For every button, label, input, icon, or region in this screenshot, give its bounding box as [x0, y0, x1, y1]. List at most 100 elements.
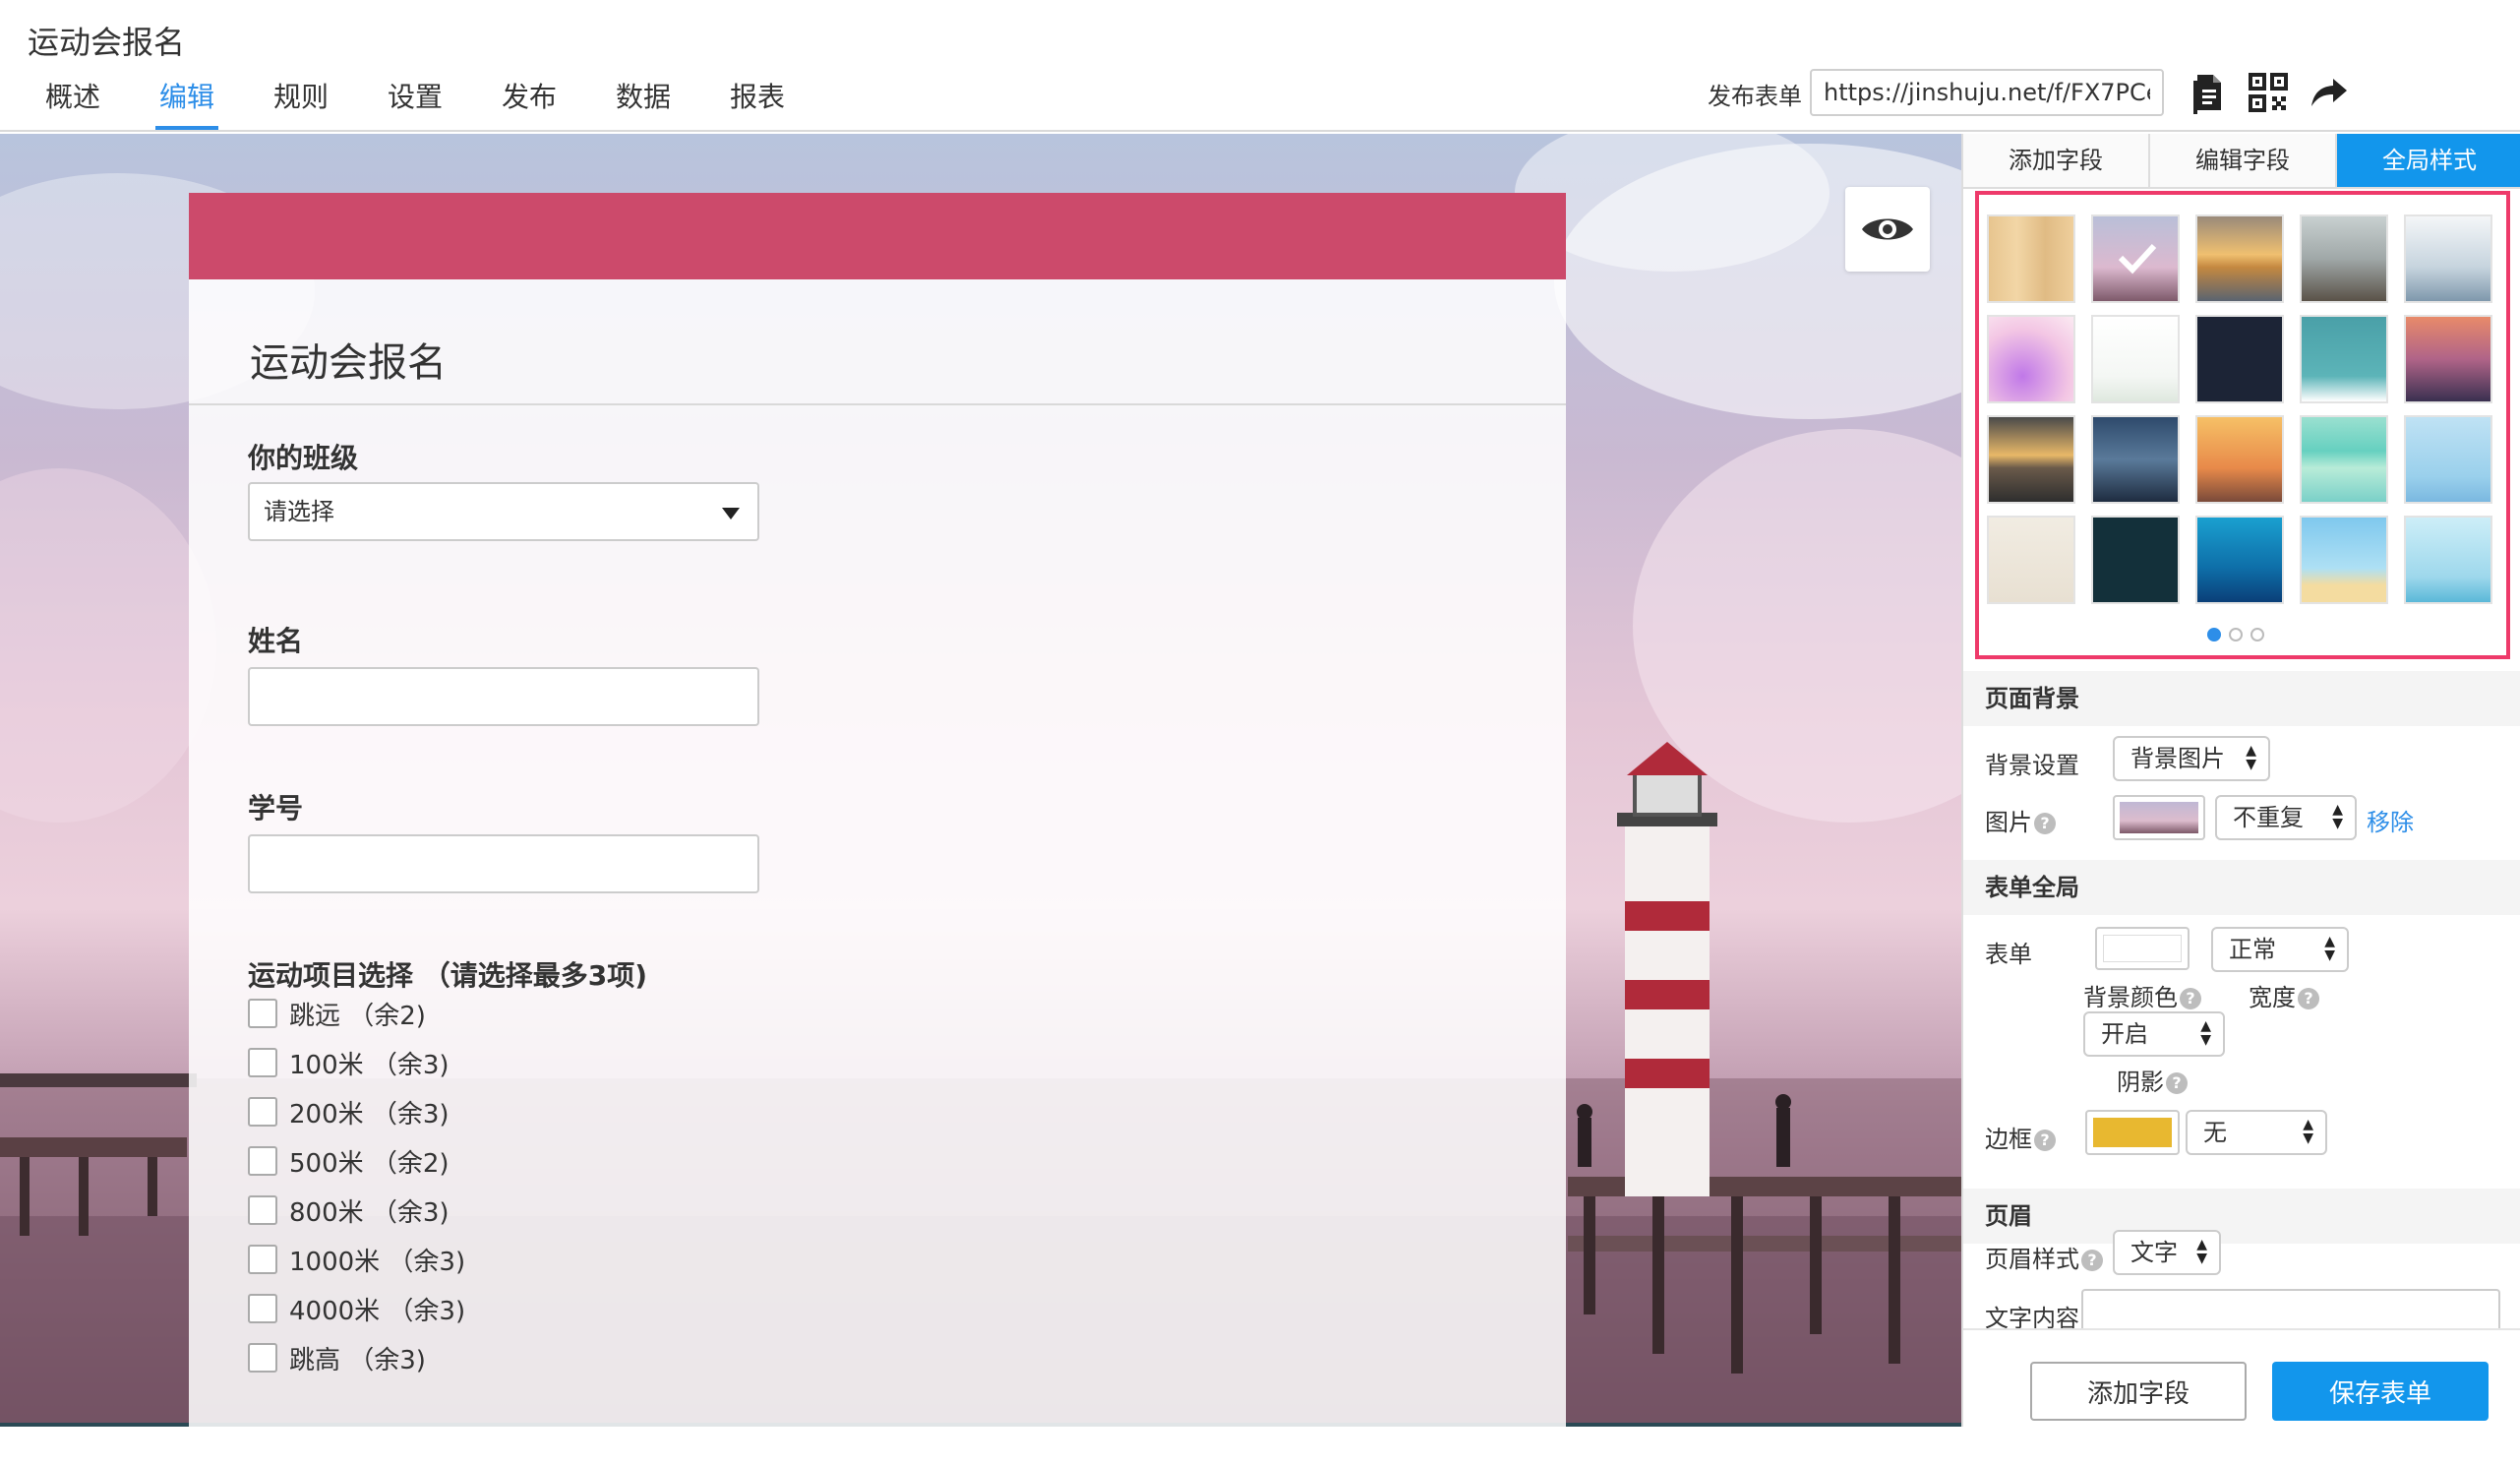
- pagination-dot[interactable]: [2250, 628, 2264, 641]
- theme-thumbnail[interactable]: [1987, 415, 2075, 504]
- student-id-input[interactable]: [248, 834, 759, 893]
- preview-eye-button[interactable]: [1845, 187, 1930, 272]
- theme-thumbnail[interactable]: [2300, 214, 2388, 303]
- theme-thumbnail-selected[interactable]: [2091, 214, 2180, 303]
- shadow-caption: 阴影: [2117, 1069, 2164, 1096]
- theme-thumbnail[interactable]: [2300, 415, 2388, 504]
- theme-thumbnail[interactable]: [2300, 315, 2388, 403]
- checkbox[interactable]: [248, 1245, 277, 1274]
- pagination-dot[interactable]: [2229, 628, 2243, 641]
- theme-thumbnail[interactable]: [2300, 516, 2388, 604]
- header-style-select[interactable]: 文字 ▲ ▼: [2113, 1230, 2221, 1275]
- help-icon[interactable]: ?: [2034, 813, 2056, 834]
- qrcode-icon[interactable]: [2247, 71, 2290, 114]
- form-global-heading: 表单全局: [1963, 860, 2520, 915]
- name-input[interactable]: [248, 667, 759, 726]
- help-icon[interactable]: ?: [2034, 1130, 2056, 1151]
- repeat-select[interactable]: 不重复 ▲ ▼: [2215, 795, 2357, 840]
- tab-add-field[interactable]: 添加字段: [1963, 134, 2150, 187]
- form-bg-color-swatch[interactable]: [2095, 927, 2190, 970]
- checkbox[interactable]: [248, 1195, 277, 1225]
- width-caption: 宽度: [2249, 984, 2296, 1011]
- tab-data[interactable]: 数据: [586, 75, 700, 132]
- help-icon[interactable]: ?: [2298, 988, 2319, 1009]
- eye-icon: [1862, 218, 1913, 240]
- bg-image-preview[interactable]: [2113, 795, 2205, 840]
- width-caption-wrap: 宽度?: [2249, 978, 2319, 1012]
- help-icon[interactable]: ?: [2081, 1250, 2103, 1271]
- event-option[interactable]: 1000米 （余3): [248, 1242, 465, 1277]
- event-option[interactable]: 500米 （余2): [248, 1143, 450, 1179]
- event-option-label: 跳远 （余2): [289, 1001, 426, 1031]
- theme-thumbnail[interactable]: [2404, 415, 2492, 504]
- tab-settings[interactable]: 设置: [358, 75, 472, 132]
- tab-global-style[interactable]: 全局样式: [2337, 134, 2520, 187]
- header-section-heading: 页眉: [1963, 1189, 2520, 1244]
- checkbox[interactable]: [248, 1097, 277, 1127]
- tab-overview[interactable]: 概述: [16, 75, 130, 132]
- theme-gallery: [1975, 191, 2510, 659]
- theme-thumbnail[interactable]: [2404, 315, 2492, 403]
- bg-setting-select[interactable]: 背景图片 ▲ ▼: [2113, 736, 2270, 781]
- shadow-value: 开启: [2101, 1020, 2148, 1048]
- checkbox[interactable]: [248, 1294, 277, 1323]
- panel-footer: 添加字段 保存表单: [1963, 1328, 2520, 1427]
- shadow-select[interactable]: 开启 ▲ ▼: [2083, 1011, 2225, 1057]
- pagination-dot[interactable]: [2207, 628, 2221, 641]
- help-icon[interactable]: ?: [2180, 988, 2201, 1009]
- tab-publish[interactable]: 发布: [472, 75, 586, 132]
- event-option[interactable]: 100米 （余3): [248, 1045, 450, 1080]
- bg-image-thumb: [2120, 802, 2198, 833]
- student-id-field-label: 学号: [248, 792, 304, 825]
- theme-thumbnail[interactable]: [2195, 315, 2284, 403]
- add-field-button[interactable]: 添加字段: [2030, 1362, 2247, 1421]
- updown-icon: ▲ ▼: [2200, 1018, 2211, 1048]
- tab-edit[interactable]: 编辑: [130, 75, 244, 132]
- shadow-caption-wrap: 阴影?: [2117, 1063, 2188, 1097]
- class-select[interactable]: 请选择: [248, 482, 759, 541]
- event-option[interactable]: 4000米 （余3): [248, 1291, 465, 1326]
- form-width-select[interactable]: 正常 ▲ ▼: [2211, 927, 2349, 972]
- theme-thumbnail[interactable]: [1987, 315, 2075, 403]
- border-color-swatch[interactable]: [2085, 1110, 2180, 1155]
- event-option[interactable]: 800米 （余3): [248, 1192, 450, 1228]
- checkbox[interactable]: [248, 1146, 277, 1176]
- theme-thumbnail[interactable]: [2091, 315, 2180, 403]
- theme-thumbnail[interactable]: [1987, 214, 2075, 303]
- theme-thumbnail[interactable]: [2404, 516, 2492, 604]
- help-icon[interactable]: ?: [2166, 1072, 2188, 1094]
- theme-thumbnail[interactable]: [2091, 415, 2180, 504]
- bg-setting-label: 背景设置: [1985, 752, 2079, 779]
- checkbox[interactable]: [248, 1343, 277, 1373]
- name-field-label: 姓名: [248, 625, 304, 657]
- checkbox[interactable]: [248, 999, 277, 1028]
- header-style-label-wrap: 页眉样式?: [1985, 1240, 2103, 1274]
- remove-image-link[interactable]: 移除: [2367, 803, 2414, 837]
- document-icon[interactable]: [2186, 71, 2229, 114]
- form-title-divider: [189, 403, 1566, 405]
- repeat-value: 不重复: [2233, 804, 2304, 831]
- theme-thumbnail[interactable]: [1987, 516, 2075, 604]
- theme-thumbnail[interactable]: [2091, 516, 2180, 604]
- theme-thumbnail[interactable]: [2404, 214, 2492, 303]
- event-option[interactable]: 200米 （余3): [248, 1094, 450, 1130]
- theme-thumbnail[interactable]: [2195, 516, 2284, 604]
- tab-edit-field[interactable]: 编辑字段: [2150, 134, 2337, 187]
- bg-color-caption: 背景颜色: [2083, 984, 2178, 1011]
- theme-thumbnail[interactable]: [2195, 415, 2284, 504]
- border-style-select[interactable]: 无 ▲ ▼: [2186, 1110, 2327, 1155]
- theme-thumbnail[interactable]: [2195, 214, 2284, 303]
- style-panel: 添加字段 编辑字段 全局样式 页面背景 背景设置 背景图片 ▲ ▼ 图片 ? 不…: [1961, 134, 2520, 1427]
- form-title[interactable]: 运动会报名: [250, 331, 447, 388]
- event-option[interactable]: 跳远 （余2): [248, 996, 426, 1031]
- publish-url-input[interactable]: [1810, 69, 2164, 116]
- event-option-label: 跳高 （余3): [289, 1345, 426, 1375]
- updown-icon: ▲ ▼: [2324, 934, 2335, 963]
- event-option[interactable]: 跳高 （余3): [248, 1340, 426, 1375]
- share-arrow-icon[interactable]: [2308, 71, 2351, 114]
- border-label-wrap: 边框?: [1985, 1120, 2056, 1154]
- tab-rules[interactable]: 规则: [244, 75, 358, 132]
- save-form-button[interactable]: 保存表单: [2272, 1362, 2489, 1421]
- checkbox[interactable]: [248, 1048, 277, 1077]
- tab-report[interactable]: 报表: [700, 75, 814, 132]
